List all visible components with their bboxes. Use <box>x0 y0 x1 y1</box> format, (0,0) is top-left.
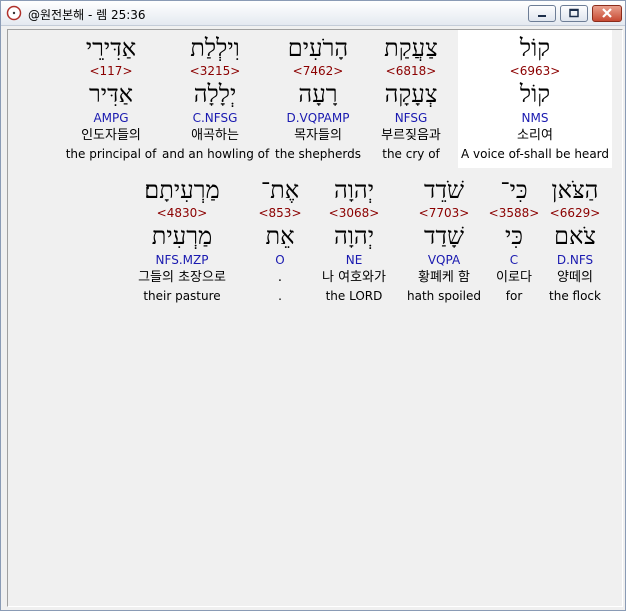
hebrew-word: הַצֹּאן <box>551 176 599 204</box>
maximize-button[interactable] <box>560 5 588 22</box>
strong-number[interactable]: <7462> <box>270 64 366 78</box>
parse-code: NMS <box>521 111 549 125</box>
word-row1-3[interactable]: הָרֹעִים <7462> רָעָה D.VQPAMP 목자들의 the … <box>270 30 366 168</box>
hebrew-word: יְהוָה <box>333 176 375 204</box>
korean-gloss: 애곡하는 <box>191 128 239 143</box>
parse-code: VQPA <box>427 253 461 267</box>
hebrew-word: מַרְעִיתָם׃ <box>144 176 220 204</box>
minimize-button[interactable] <box>528 5 556 22</box>
strong-number[interactable]: <3215> <box>162 64 268 78</box>
word-row2-3[interactable]: יְהוָה <3068> יְהוָה NE 나 여호와가 the LORD <box>304 172 404 310</box>
strong-number[interactable]: <7703> <box>400 206 488 220</box>
hebrew-lemma: יְלָלָה <box>193 80 237 108</box>
english-gloss: the flock <box>549 289 601 303</box>
english-gloss: hath spoiled <box>407 289 481 303</box>
hebrew-lemma: קוֹל <box>519 80 551 108</box>
word-row1-2[interactable]: וִילְלַת <3215> יְלָלָה C.NFSG 애곡하는 and … <box>162 30 270 168</box>
title-bar[interactable]: @원전본해 - 렘 25:36 <box>1 1 625 26</box>
hebrew-lemma: כִּי <box>504 222 524 250</box>
parse-code: D.NFS <box>556 253 594 267</box>
korean-gloss: 부르짖음과 <box>381 128 441 143</box>
korean-gloss: 인도자들의 <box>81 128 141 143</box>
strong-number[interactable]: <853> <box>254 206 306 220</box>
close-button[interactable] <box>592 5 622 22</box>
word-row1-4[interactable]: צַעֲקַת <6818> צְעָקָה NFSG 부르짖음과 the cr… <box>368 30 454 168</box>
window-title: @원전본해 - 렘 25:36 <box>28 8 146 22</box>
strong-number[interactable]: <117> <box>56 64 166 78</box>
english-gloss: the shepherds <box>275 147 361 161</box>
english-gloss: for <box>505 289 523 303</box>
korean-gloss: 양떼의 <box>557 270 593 285</box>
strong-number[interactable]: <6629> <box>542 206 608 220</box>
english-gloss: and an howling of <box>162 147 270 161</box>
strong-number[interactable]: <6818> <box>368 64 454 78</box>
hebrew-lemma: אֵת <box>265 222 295 250</box>
hebrew-word: הָרֹעִים <box>287 34 349 62</box>
korean-gloss: 목자들의 <box>294 128 342 143</box>
interlinear-view: אַדִּירֵי <117> אַדִּיר AMPG 인도자들의 the p… <box>7 29 623 607</box>
hebrew-lemma: אַדִּיר <box>88 80 134 108</box>
maximize-icon <box>569 8 579 18</box>
hebrew-word: וִילְלַת <box>190 34 240 62</box>
word-row2-6[interactable]: הַצֹּאן <6629> צֹאם D.NFS 양떼의 the flock <box>542 172 608 310</box>
word-row2-2[interactable]: אֶת־ <853> אֵת O . . <box>254 172 306 310</box>
word-row1-5-selected[interactable]: קוֹל <6963> קוֹל NMS 소리여 A voice of-shal… <box>458 30 612 168</box>
parse-code: NE <box>345 253 363 267</box>
korean-gloss: 황폐케 함 <box>418 270 470 285</box>
english-gloss: their pasture <box>143 289 221 303</box>
korean-gloss: 이로다 <box>496 270 532 285</box>
hebrew-lemma: צֹאם <box>554 222 596 250</box>
english-gloss: the LORD <box>325 289 383 303</box>
hebrew-word: צַעֲקַת <box>384 34 438 62</box>
close-icon <box>602 8 612 18</box>
parse-code: NFSG <box>394 111 428 125</box>
hebrew-word: כִּי־ <box>500 176 528 204</box>
parse-code: D.VQPAMP <box>286 111 350 125</box>
strong-number[interactable]: <3588> <box>488 206 540 220</box>
word-row2-1[interactable]: מַרְעִיתָם׃ <4830> מַרְעִית NFS.MZP 그들의 … <box>132 172 232 310</box>
hebrew-lemma: יְהוָה <box>333 222 375 250</box>
korean-gloss: 나 여호와가 <box>322 270 386 285</box>
hebrew-lemma: מַרְעִית <box>151 222 213 250</box>
word-row2-5[interactable]: כִּי־ <3588> כִּי C 이로다 for <box>488 172 540 310</box>
hebrew-lemma: צְעָקָה <box>384 80 438 108</box>
strong-number[interactable]: <4830> <box>132 206 232 220</box>
minimize-icon <box>538 15 546 17</box>
hebrew-lemma: שָׁדַד <box>423 222 465 250</box>
english-gloss: the principal of <box>65 147 157 161</box>
english-gloss: the cry of <box>382 147 440 161</box>
korean-gloss: . <box>277 270 283 285</box>
korean-gloss: 소리여 <box>517 128 553 143</box>
word-row1-1[interactable]: אַדִּירֵי <117> אַדִּיר AMPG 인도자들의 the p… <box>56 30 166 168</box>
english-gloss: . <box>278 289 282 303</box>
english-gloss: A voice of-shall be heard <box>460 147 610 161</box>
hebrew-word: אַדִּירֵי <box>85 34 137 62</box>
parse-code: C <box>509 253 519 267</box>
parse-code: NFS.MZP <box>155 253 209 267</box>
app-compass-icon <box>6 5 22 21</box>
parse-code: AMPG <box>93 111 129 125</box>
hebrew-lemma: רָעָה <box>298 80 338 108</box>
app-window: @원전본해 - 렘 25:36 אַדִּירֵי <117> אַדִּיר … <box>0 0 626 611</box>
hebrew-word: שֹׁדֵד <box>423 176 465 204</box>
strong-number[interactable]: <6963> <box>458 64 612 78</box>
hebrew-word: אֶת־ <box>260 176 300 204</box>
hebrew-word: קוֹל <box>519 34 551 62</box>
word-row2-4[interactable]: שֹׁדֵד <7703> שָׁדַד VQPA 황폐케 함 hath spo… <box>400 172 488 310</box>
parse-code: O <box>275 253 285 267</box>
parse-code: C.NFSG <box>192 111 238 125</box>
strong-number[interactable]: <3068> <box>304 206 404 220</box>
korean-gloss: 그들의 초장으로 <box>138 270 226 285</box>
